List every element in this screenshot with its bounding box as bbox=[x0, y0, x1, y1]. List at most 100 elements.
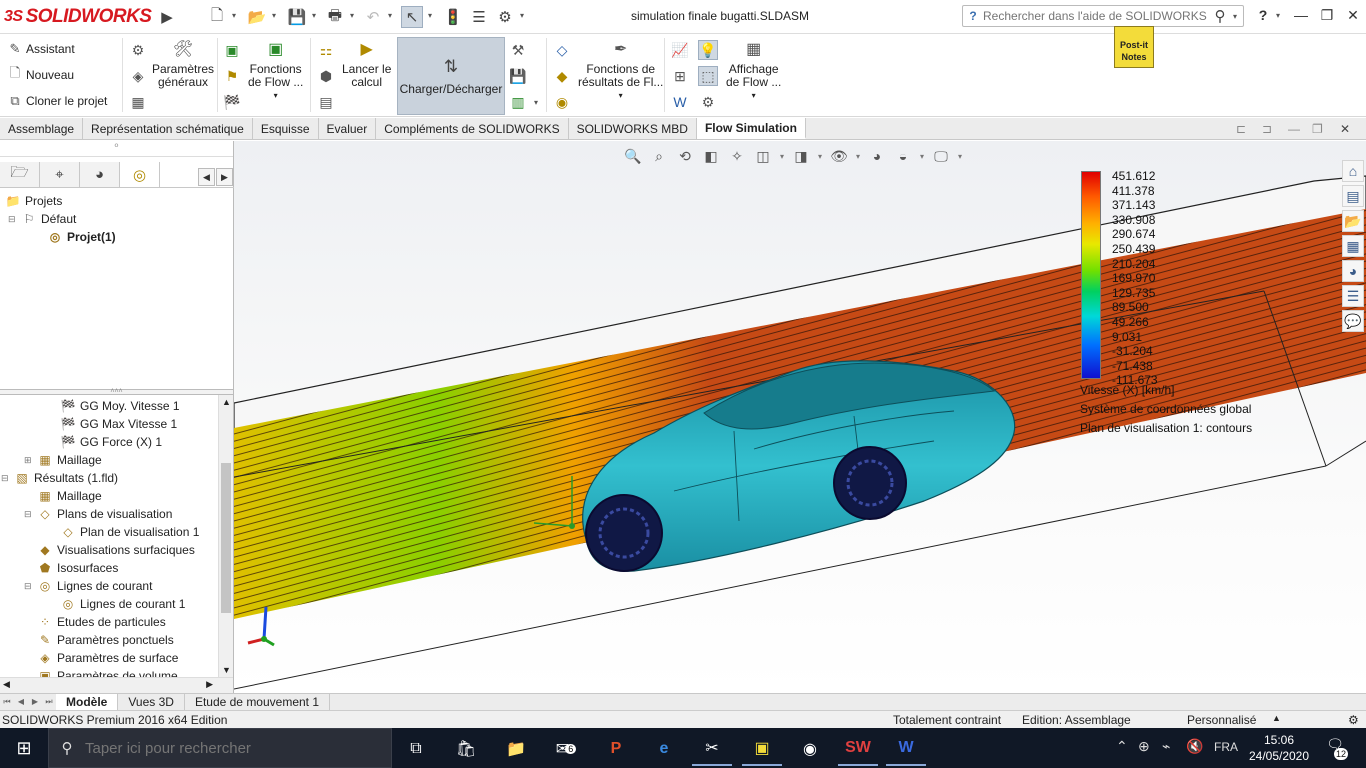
custom-properties-icon[interactable]: ☰ bbox=[1342, 285, 1364, 307]
previous-view-icon[interactable]: ⟲ bbox=[674, 146, 696, 166]
viewport-next-icon[interactable]: ⊐ bbox=[1262, 122, 1272, 136]
select-dropdown-icon[interactable]: ▾ bbox=[428, 11, 432, 20]
view-settings-monitor-icon[interactable]: 🖵 bbox=[930, 146, 952, 166]
post-it-taskbar-icon[interactable]: ▣ bbox=[742, 732, 782, 766]
chrome-icon[interactable]: ◉ bbox=[790, 732, 830, 766]
apply-scene-icon[interactable]: ◒ bbox=[892, 146, 914, 166]
tree-item[interactable]: 🏁 GG Force (X) 1 bbox=[47, 433, 163, 451]
results-dropdown-icon[interactable]: ▾ bbox=[534, 98, 538, 107]
results-legend[interactable]: 451.612 411.378 371.143 330.908 290.674 250.4… bbox=[1080, 169, 1280, 439]
appearances-icon[interactable]: ◕ bbox=[1342, 260, 1364, 282]
tree-item[interactable]: ◆ Visualisations surfaciques bbox=[24, 541, 194, 559]
viewport-minimize-icon[interactable]: — bbox=[1288, 122, 1300, 136]
home-icon[interactable]: ⌂ bbox=[1342, 160, 1364, 182]
help-button[interactable]: ? bbox=[1252, 7, 1274, 27]
options-gear-icon[interactable]: ⚙ bbox=[494, 6, 516, 28]
computational-domain-icon[interactable]: ⚙ bbox=[128, 40, 148, 60]
snipping-tool-icon[interactable]: ✂ bbox=[692, 732, 732, 766]
expand-icon[interactable]: ⊞ bbox=[24, 455, 34, 466]
assistant-button[interactable]: ✎ Assistant bbox=[4, 38, 75, 60]
results-features-button[interactable]: ✒ Fonctions de résultats de Fl... ▾ bbox=[578, 38, 663, 102]
tab-prev-icon[interactable]: ◀ bbox=[14, 695, 28, 710]
tree-item[interactable]: ⁘ Etudes de particules bbox=[24, 613, 166, 631]
tab-scroll-right-icon[interactable]: ▶ bbox=[216, 168, 233, 186]
tree-vertical-scrollbar[interactable]: ▲ ▼ bbox=[218, 395, 233, 677]
apply-scene-dropdown-icon[interactable]: ▾ bbox=[918, 146, 926, 166]
cut-plot-icon[interactable]: ◇ bbox=[552, 40, 572, 60]
volume-muted-icon[interactable]: 🔇 bbox=[1186, 738, 1203, 755]
tab-esquisse[interactable]: Esquisse bbox=[253, 118, 319, 139]
scroll-right-icon[interactable]: ▶ bbox=[206, 679, 213, 690]
options-dropdown-icon[interactable]: ▾ bbox=[520, 11, 524, 20]
open-dropdown-icon[interactable]: ▾ bbox=[272, 11, 276, 20]
lighting-bulb-icon[interactable]: 💡 bbox=[698, 40, 718, 60]
view-palette-icon[interactable]: ▦ bbox=[1342, 235, 1364, 257]
search-icon[interactable]: ⚲ bbox=[1207, 7, 1233, 25]
tree-item[interactable]: ⊟ ▧ Résultats (1.fld) bbox=[1, 469, 118, 487]
tree-item[interactable]: 🏁 GG Max Vitesse 1 bbox=[47, 415, 178, 433]
tab-modele[interactable]: Modèle bbox=[56, 694, 119, 710]
mesh-display-icon[interactable]: ⊞ bbox=[670, 66, 690, 86]
load-unload-results-button[interactable]: ⇅ Charger/Décharger bbox=[397, 37, 505, 115]
select-pointer-icon[interactable]: ↖ bbox=[401, 6, 423, 28]
dynamic-annotation-icon[interactable]: ✧ bbox=[726, 146, 748, 166]
flow-features-button[interactable]: ▣ Fonctions de Flow ... ▾ bbox=[248, 38, 303, 102]
minimize-button[interactable]: — bbox=[1290, 7, 1312, 27]
zoom-to-fit-icon[interactable]: 🔍 bbox=[622, 146, 644, 166]
save-dropdown-icon[interactable]: ▾ bbox=[312, 11, 316, 20]
new-doc-icon[interactable]: 🗋 bbox=[206, 6, 228, 28]
results-features-dropdown-icon[interactable]: ▾ bbox=[619, 89, 623, 102]
global-mesh-icon[interactable]: ▦ bbox=[128, 92, 148, 112]
design-library-icon[interactable]: ▤ bbox=[1342, 185, 1364, 207]
solidworks-taskbar-icon[interactable]: SW bbox=[838, 732, 878, 766]
view-orientation-icon[interactable]: ◫ bbox=[752, 146, 774, 166]
store-icon[interactable]: 🛍 bbox=[446, 732, 486, 766]
results-options-icon[interactable]: ⚒ bbox=[508, 40, 528, 60]
display-style-dropdown-icon[interactable]: ▾ bbox=[816, 146, 824, 166]
hide-show-icon[interactable]: 👁 bbox=[828, 146, 850, 166]
goals-flag-icon[interactable]: ⚑ bbox=[222, 66, 242, 86]
open-folder-icon[interactable]: 📂 bbox=[246, 6, 268, 28]
solidworks-logo[interactable]: 3S SOLIDWORKS bbox=[4, 4, 152, 30]
new-project-button[interactable]: 🗋 Nouveau bbox=[4, 64, 74, 86]
save-results-icon[interactable]: 💾 bbox=[508, 66, 528, 86]
viewport-close-icon[interactable]: ✕ bbox=[1340, 122, 1350, 136]
tab-vues-3d[interactable]: Vues 3D bbox=[118, 694, 185, 710]
pane-handle[interactable]: ⚬ bbox=[0, 141, 233, 157]
rebuild-traffic-light-icon[interactable]: 🚦 bbox=[442, 6, 464, 28]
help-search-box[interactable]: ? ⚲ ▾ bbox=[962, 5, 1244, 27]
word-icon[interactable]: W bbox=[886, 732, 926, 766]
search-dropdown-icon[interactable]: ▾ bbox=[1233, 12, 1243, 21]
display-settings-icon[interactable]: ⚙ bbox=[698, 92, 718, 112]
task-view-icon[interactable]: ⧉ bbox=[396, 732, 436, 766]
flow-trajectory-icon[interactable]: ◉ bbox=[552, 92, 572, 112]
flow-analysis-tree-tab-icon[interactable]: ◎ bbox=[120, 162, 160, 187]
new-dropdown-icon[interactable]: ▾ bbox=[232, 11, 236, 20]
view-settings-dropdown-icon[interactable]: ▾ bbox=[956, 146, 964, 166]
boundary-condition-icon[interactable]: ▣ bbox=[222, 40, 242, 60]
restore-button[interactable]: ❐ bbox=[1316, 7, 1338, 27]
input-language[interactable]: FRA bbox=[1214, 740, 1238, 754]
tab-etude-mouvement[interactable]: Etude de mouvement 1 bbox=[185, 694, 331, 710]
network-icon[interactable]: ⊕ bbox=[1138, 738, 1150, 755]
tree-item[interactable]: ▣ Paramètres de volume bbox=[24, 667, 177, 677]
tab-first-icon[interactable]: ⏮ bbox=[0, 695, 14, 710]
close-button[interactable]: ✕ bbox=[1342, 7, 1364, 27]
scroll-down-icon[interactable]: ▼ bbox=[219, 665, 234, 675]
expand-icon[interactable]: ⊟ bbox=[24, 581, 34, 592]
taskbar-search-box[interactable]: ⚲ bbox=[48, 728, 392, 768]
tab-evaluer[interactable]: Evaluer bbox=[319, 118, 377, 139]
help-dropdown-icon[interactable]: ▾ bbox=[1276, 11, 1280, 20]
clone-project-button[interactable]: ⧉ Cloner le projet bbox=[4, 90, 107, 112]
flow-display-dropdown-icon[interactable]: ▾ bbox=[752, 89, 756, 102]
undo-dropdown-icon[interactable]: ▾ bbox=[388, 11, 392, 20]
tree-item[interactable]: ◈ Paramètres de surface bbox=[24, 649, 178, 667]
tree-item[interactable]: ⊟ ◎ Lignes de courant bbox=[24, 577, 152, 595]
sync-icon[interactable]: ⌁ bbox=[1162, 738, 1170, 755]
tray-overflow-icon[interactable]: ⌃ bbox=[1116, 738, 1128, 755]
flow-features-dropdown-icon[interactable]: ▾ bbox=[274, 89, 278, 102]
tab-mbd[interactable]: SOLIDWORKS MBD bbox=[569, 118, 697, 139]
tab-assemblage[interactable]: Assemblage bbox=[0, 118, 84, 139]
save-icon[interactable]: 💾 bbox=[286, 6, 308, 28]
taskbar-clock[interactable]: 15:06 24/05/2020 bbox=[1244, 732, 1314, 764]
